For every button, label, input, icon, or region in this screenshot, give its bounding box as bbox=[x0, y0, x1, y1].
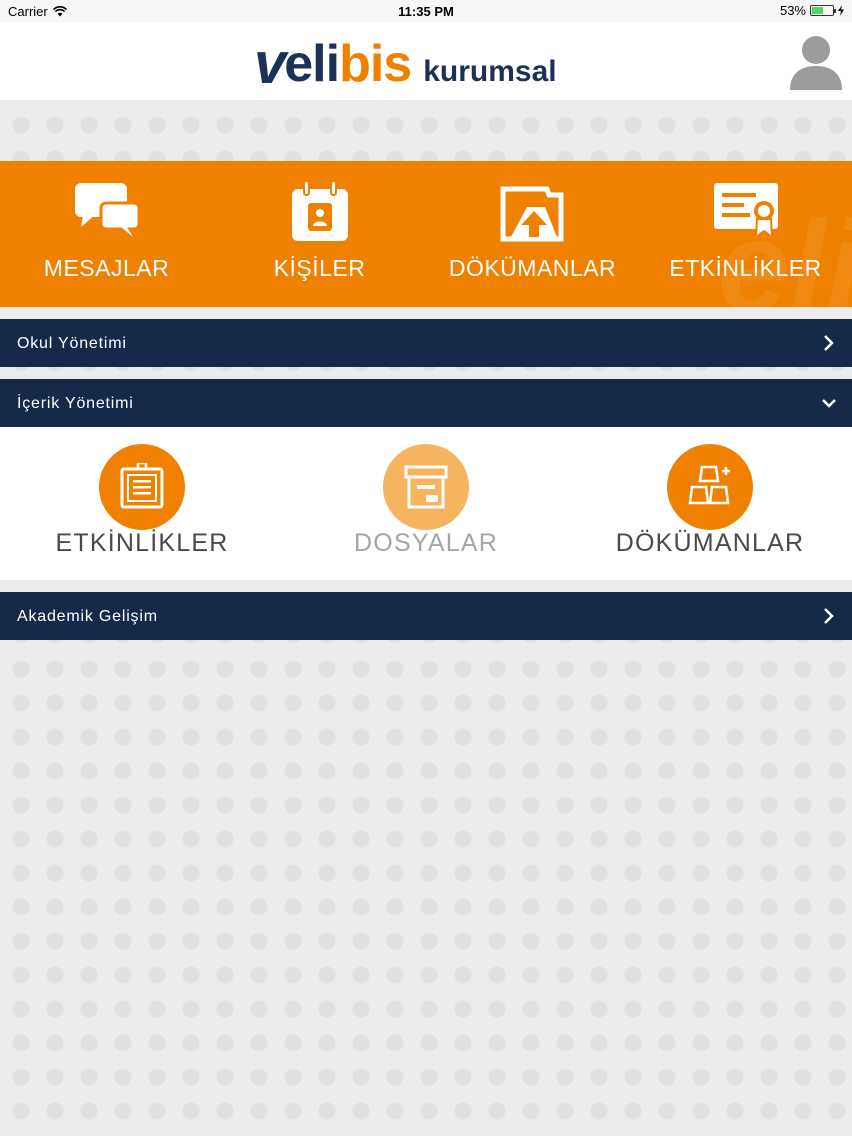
content-item-events[interactable]: ETKİNLİKLER bbox=[0, 427, 284, 580]
chevron-down-icon bbox=[822, 399, 836, 408]
archive-box-icon bbox=[404, 465, 448, 509]
notice-board-icon bbox=[120, 463, 164, 509]
quick-access-bar: eli MESAJLAR KİŞİLER DÖKÜMANLAR ETKİNLİK… bbox=[0, 161, 852, 307]
quick-item-label: DÖKÜMANLAR bbox=[448, 255, 617, 281]
section-icerik-yonetimi[interactable]: İçerik Yönetimi bbox=[0, 379, 852, 427]
clock: 11:35 PM bbox=[398, 4, 454, 19]
section-title: İçerik Yönetimi bbox=[17, 395, 134, 412]
certificate-icon bbox=[713, 183, 778, 240]
charging-bolt-icon bbox=[838, 5, 844, 16]
quick-item-events[interactable]: ETKİNLİKLER bbox=[639, 161, 852, 307]
app-header: v eli bis kurumsal bbox=[0, 22, 852, 100]
quick-item-label: ETKİNLİKLER bbox=[669, 255, 822, 281]
battery-icon bbox=[810, 5, 836, 16]
user-avatar-icon[interactable] bbox=[788, 30, 844, 92]
section-okul-yonetimi[interactable]: Okul Yönetimi bbox=[0, 319, 852, 367]
document-upload-icon bbox=[500, 186, 563, 242]
section-title: Akademik Gelişim bbox=[17, 608, 158, 625]
quick-item-contacts[interactable]: KİŞİLER bbox=[213, 161, 426, 307]
quick-item-label: KİŞİLER bbox=[273, 255, 366, 281]
content-item-label: DOSYALAR bbox=[354, 529, 498, 557]
velibis-logo: v eli bis kurumsal bbox=[254, 31, 557, 96]
contact-calendar-icon bbox=[291, 181, 348, 241]
chevron-right-icon bbox=[824, 335, 834, 351]
icerik-yonetimi-panel: ETKİNLİKLER DOSYALAR DÖKÜMANLAR bbox=[0, 427, 852, 580]
chevron-right-icon bbox=[824, 608, 834, 624]
section-title: Okul Yönetimi bbox=[17, 335, 127, 352]
section-akademik-gelisim[interactable]: Akademik Gelişim bbox=[0, 592, 852, 640]
content-item-label: ETKİNLİKLER bbox=[55, 529, 229, 557]
quick-item-label: MESAJLAR bbox=[43, 255, 170, 281]
quick-item-documents[interactable]: DÖKÜMANLAR bbox=[426, 161, 639, 307]
content-item-documents[interactable]: DÖKÜMANLAR bbox=[568, 427, 852, 580]
quick-item-messages[interactable]: MESAJLAR bbox=[0, 161, 213, 307]
stacked-blocks-icon bbox=[688, 465, 730, 505]
content-item-label: DÖKÜMANLAR bbox=[615, 529, 805, 557]
battery-percent: 53% bbox=[779, 3, 806, 18]
content-item-files[interactable]: DOSYALAR bbox=[284, 427, 568, 580]
chat-bubbles-icon bbox=[74, 183, 140, 237]
status-bar: Carrier 11:35 PM 53% bbox=[0, 0, 852, 22]
